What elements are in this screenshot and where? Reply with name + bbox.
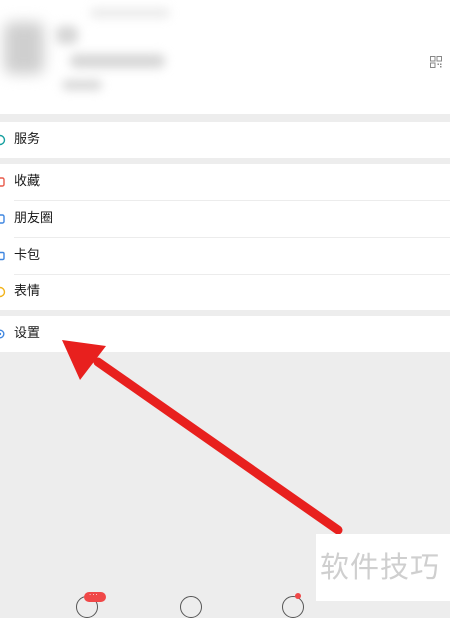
collections-group: 收藏 朋友圈 卡包 表情: [0, 164, 450, 310]
account-id-blurred: [70, 54, 165, 68]
tab-discover-icon[interactable]: [180, 596, 202, 618]
menu-item-label: 服务: [14, 132, 41, 147]
menu-item-services[interactable]: 服务: [0, 122, 450, 158]
watermark: 软件技巧: [320, 550, 441, 584]
qr-code-icon[interactable]: [430, 56, 442, 68]
services-icon: [0, 134, 6, 146]
menu-item-label: 朋友圈: [14, 211, 54, 226]
menu-item-cards[interactable]: 卡包: [0, 238, 450, 274]
nickname-blurred: [56, 26, 78, 44]
notification-dot: [295, 593, 301, 599]
menu-item-favorites[interactable]: 收藏: [0, 164, 450, 200]
menu-item-label: 收藏: [14, 174, 41, 189]
stickers-icon: [0, 286, 6, 298]
avatar[interactable]: [4, 22, 44, 74]
moments-icon: [0, 213, 6, 225]
favorites-icon: [0, 176, 6, 188]
menu-item-label: 表情: [14, 284, 41, 299]
profile-header[interactable]: [0, 0, 450, 114]
menu-item-settings[interactable]: 设置: [0, 316, 450, 352]
services-group: 服务: [0, 122, 450, 158]
settings-icon: [0, 328, 6, 340]
menu-item-moments[interactable]: 朋友圈: [0, 201, 450, 237]
settings-group: 设置: [0, 316, 450, 352]
menu-item-label: 卡包: [14, 248, 41, 263]
unread-badge-text: ···: [89, 591, 99, 599]
cards-icon: [0, 250, 6, 262]
tab-me-icon[interactable]: [282, 596, 304, 618]
top-blurred: [90, 8, 170, 18]
tab-bar: [0, 590, 316, 601]
status-blurred: [62, 80, 102, 90]
menu-item-stickers[interactable]: 表情: [0, 274, 450, 310]
menu-item-label: 设置: [14, 326, 41, 341]
